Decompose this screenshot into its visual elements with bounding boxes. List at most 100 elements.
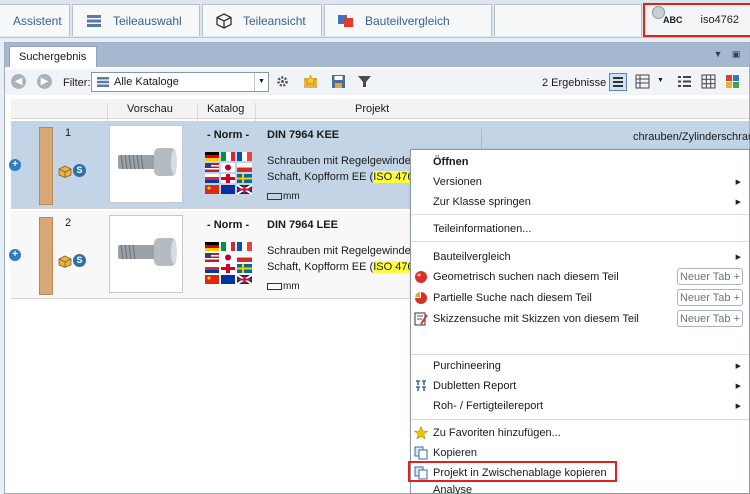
menu-item-goto-class[interactable]: Zur Klasse springen ▶: [411, 192, 749, 212]
menu-separator: [411, 214, 749, 215]
submenu-arrow-icon: ▶: [735, 383, 741, 390]
menu-item-label: Kopieren: [433, 447, 478, 459]
cell-divider: [481, 129, 482, 151]
save-icon[interactable]: [331, 74, 346, 89]
tab-assistent[interactable]: Assistent: [0, 4, 70, 36]
compare-icon: [338, 14, 353, 27]
menu-item-add-favorites[interactable]: Zu Favoriten hinzufügen...: [411, 423, 749, 443]
3d-part-icon[interactable]: [58, 255, 72, 268]
menu-item-sketch-search[interactable]: Skizzensuche mit Skizzen von diesem Teil…: [411, 309, 749, 329]
expand-row-icon[interactable]: +: [9, 159, 21, 171]
tab-teileauswahl[interactable]: Teileauswahl: [72, 4, 200, 36]
filter-select[interactable]: Alle Kataloge ▼: [91, 72, 269, 92]
part-preview-image[interactable]: [109, 125, 183, 203]
catalog-norm-label: - Norm -: [207, 129, 250, 141]
project-description: Schaft, Kopfform EE (ISO 4762: [267, 171, 420, 183]
menu-item-copy[interactable]: Kopieren: [411, 443, 749, 463]
result-toolbar: ◀ ▶ Filter: Alle Kataloge ▼ 2 Ergebnisse…: [5, 69, 749, 95]
menu-item-analysis[interactable]: Analyse: [411, 483, 749, 494]
class-path: chrauben/Zylinderschrau: [633, 131, 750, 143]
menu-item-partial-search[interactable]: Partielle Suche nach diesem Teil Neuer T…: [411, 288, 749, 308]
filter-value: Alle Kataloge: [114, 76, 179, 88]
standard-badge-icon[interactable]: S: [73, 254, 86, 267]
chevron-down-icon[interactable]: ▼: [657, 77, 664, 84]
submenu-arrow-icon: ▶: [735, 199, 741, 206]
gear-icon[interactable]: [275, 74, 290, 89]
unit-label: mm: [267, 191, 300, 202]
standard-badge-icon[interactable]: S: [73, 164, 86, 177]
column-header-katalog[interactable]: Katalog: [207, 103, 244, 115]
menu-item-label: Öffnen: [433, 156, 469, 168]
menu-separator: [411, 241, 749, 242]
result-count: 2 Ergebnisse: [542, 77, 607, 89]
panel-menu-icon[interactable]: ▼: [713, 49, 723, 59]
catalog-stack-icon: [87, 14, 101, 27]
abc-search-icon: ABC: [652, 6, 683, 25]
menu-separator: [411, 419, 749, 420]
color-indicator-bar: [39, 217, 53, 295]
sketch-search-icon: [414, 312, 428, 326]
star-icon: [414, 426, 428, 440]
tab-suchergebnis[interactable]: Suchergebnis: [9, 46, 97, 67]
country-flags-icon: [205, 152, 253, 195]
panel-tab-label: Suchergebnis: [19, 51, 87, 63]
country-flags-icon: [205, 242, 253, 285]
menu-item-label: Partielle Suche nach diesem Teil: [433, 292, 592, 304]
column-header-vorschau[interactable]: Vorschau: [127, 103, 173, 115]
result-grid: Vorschau Katalog Projekt + 1 S - Norm -: [9, 99, 750, 299]
menu-item-label: Roh- / Fertigteilereport: [433, 400, 544, 412]
project-description: Schrauben mit Regelgewinde: [267, 155, 411, 167]
menu-item-geometric-search[interactable]: Geometrisch suchen nach diesem Teil Neue…: [411, 267, 749, 287]
tab-teileansicht-label: Teileansicht: [243, 13, 306, 28]
menu-item-label: Dubletten Report: [433, 380, 517, 392]
new-tab-button[interactable]: Neuer Tab +: [677, 268, 743, 285]
tab-teileansicht[interactable]: Teileansicht: [202, 4, 322, 36]
detail-list-icon[interactable]: [677, 74, 692, 89]
row-number: 2: [65, 217, 72, 229]
part-preview-image[interactable]: [109, 215, 183, 293]
back-icon[interactable]: ◀: [11, 74, 26, 89]
column-separator: [107, 103, 108, 123]
menu-item-label: Versionen: [433, 176, 482, 188]
menu-item-raw-finished-report[interactable]: Roh- / Fertigteilereport ▶: [411, 396, 749, 416]
submenu-arrow-icon: ▶: [735, 403, 741, 410]
tab-teileauswahl-label: Teileauswahl: [113, 13, 182, 28]
grid-header: Vorschau Katalog Projekt: [11, 99, 749, 123]
menu-item-open[interactable]: Öffnen: [411, 152, 749, 172]
tab-empty[interactable]: [494, 4, 642, 36]
menu-item-compare[interactable]: Bauteilvergleich ▶: [411, 247, 749, 267]
tile-view-icon[interactable]: [725, 74, 740, 89]
menu-item-label: Analyse: [433, 484, 473, 494]
menu-item-versions[interactable]: Versionen ▶: [411, 172, 749, 192]
table-view-icon[interactable]: [635, 74, 650, 89]
column-header-projekt[interactable]: Projekt: [355, 103, 389, 115]
screw-icon: [118, 148, 177, 176]
3d-part-icon[interactable]: [58, 165, 72, 178]
menu-item-part-info[interactable]: Teileinformationen...: [411, 219, 749, 239]
expand-row-icon[interactable]: +: [9, 249, 21, 261]
menu-item-label: Bauteilvergleich: [433, 251, 511, 263]
search-query-label: iso4762: [700, 14, 740, 26]
search-query-tab[interactable]: ABC iso4762: [643, 3, 750, 37]
project-title: DIN 7964 KEE: [267, 129, 340, 141]
new-tab-button[interactable]: Neuer Tab +: [677, 289, 743, 306]
duplicate-report-icon: [416, 380, 426, 391]
menu-item-label: Teileinformationen...: [433, 223, 532, 235]
filter-funnel-icon[interactable]: [357, 74, 372, 89]
tab-bauteilvergleich[interactable]: Bauteilvergleich: [324, 4, 492, 36]
menu-item-label: Geometrisch suchen nach diesem Teil: [433, 271, 619, 283]
grid-view-icon[interactable]: [701, 74, 716, 89]
menu-item-duplicate-report[interactable]: Dubletten Report ▶: [411, 376, 749, 396]
geometric-search-icon: [415, 271, 427, 283]
project-description: Schaft, Kopfform EE (ISO 4762: [267, 261, 420, 273]
list-view-icon[interactable]: [609, 73, 627, 91]
cube-outline-icon: [216, 12, 232, 29]
panel-maximize-icon[interactable]: ▣: [731, 49, 741, 59]
forward-icon[interactable]: ▶: [37, 74, 52, 89]
favorite-folder-icon[interactable]: [303, 74, 318, 89]
submenu-arrow-icon: ▶: [735, 254, 741, 261]
partial-search-icon: [415, 292, 427, 304]
menu-item-purchineering[interactable]: Purchineering ▶: [411, 356, 749, 376]
project-description-text: Schaft, Kopfform EE (: [267, 261, 374, 273]
new-tab-button[interactable]: Neuer Tab +: [677, 310, 743, 327]
